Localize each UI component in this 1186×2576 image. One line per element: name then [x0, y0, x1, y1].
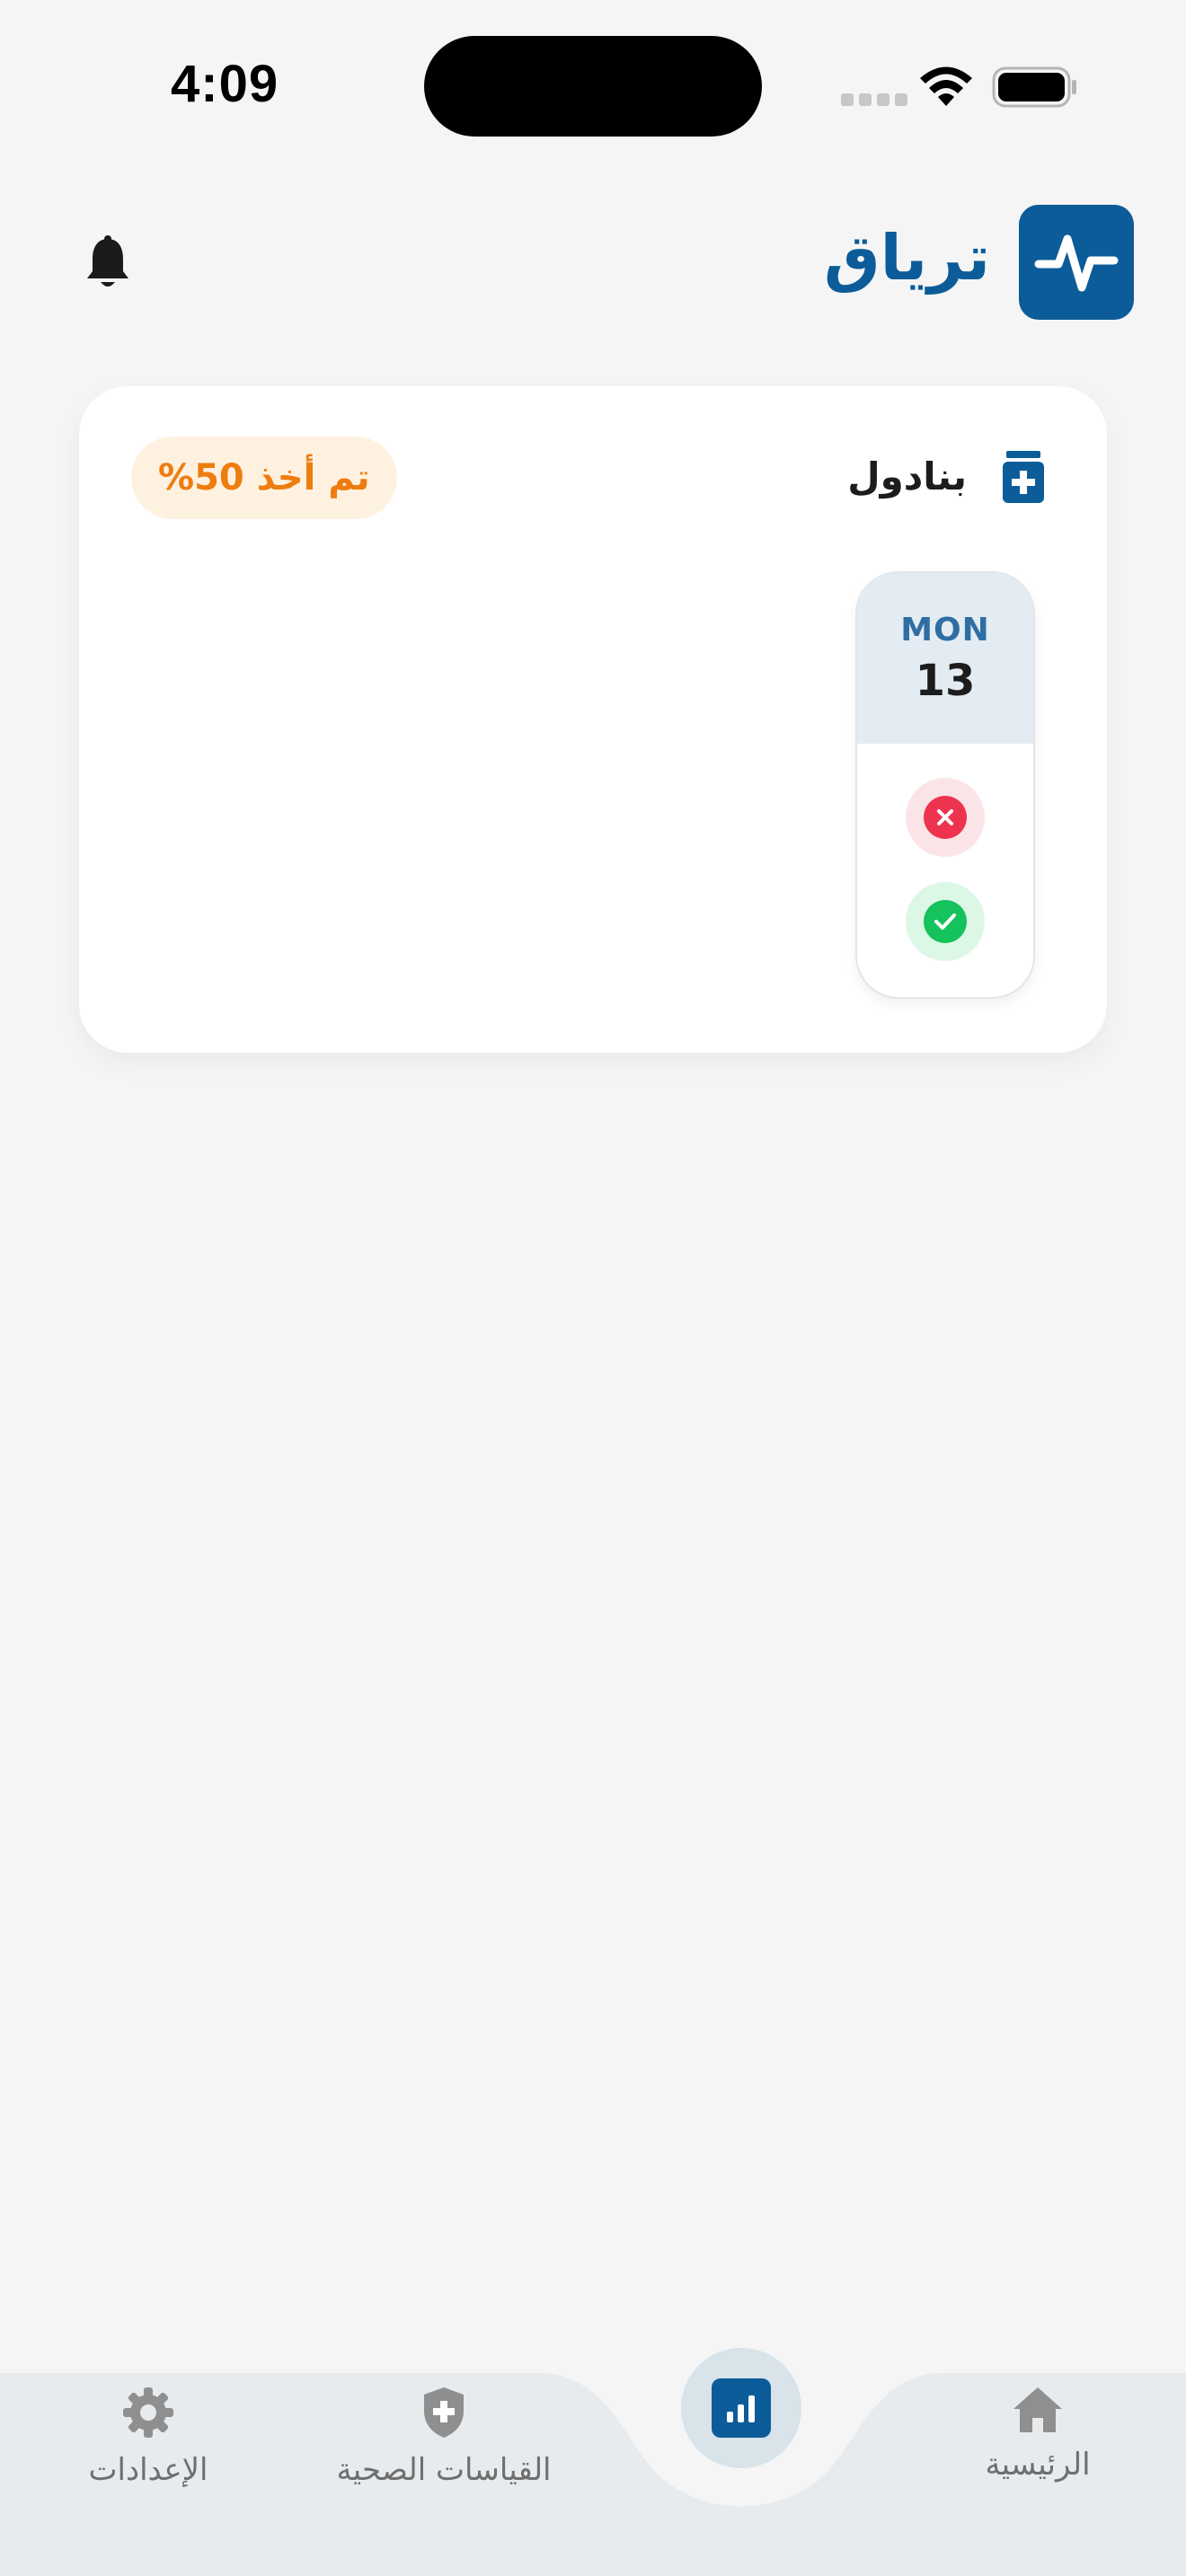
nav-home-label: الرئيسية: [985, 2447, 1091, 2483]
dose-missed[interactable]: [906, 778, 985, 857]
app-title: ترياق: [824, 221, 990, 295]
medication-card[interactable]: بنادول تم أخذ 50% MON 13: [79, 386, 1107, 1053]
nav-settings-label: الإعدادات: [88, 2452, 208, 2488]
gear-icon: [123, 2387, 173, 2438]
dynamic-island: [424, 36, 762, 137]
pulse-icon: [1034, 234, 1119, 292]
day-column[interactable]: MON 13: [855, 571, 1035, 999]
home-icon: [1013, 2387, 1062, 2432]
bottom-navigation: الرئيسية القياسات الصحية الإعدادات: [0, 2348, 1186, 2576]
day-header: MON 13: [857, 573, 1033, 744]
nav-settings[interactable]: الإعدادات: [79, 2386, 217, 2488]
battery-icon: [992, 66, 1076, 108]
statistics-button[interactable]: [681, 2348, 801, 2468]
dose-taken[interactable]: [906, 882, 985, 961]
screen: 4:09 ترياق بنادول تم أخذ 50% MON 13 الرئ…: [0, 0, 1186, 2576]
x-circle-icon: [937, 809, 953, 825]
nav-health-label: القياسات الصحية: [336, 2452, 552, 2488]
header: ترياق: [0, 205, 1186, 322]
chart-icon: [727, 2395, 755, 2422]
taken-badge-text: تم أخذ 50%: [158, 457, 370, 498]
nav-home[interactable]: الرئيسية: [983, 2386, 1093, 2483]
day-number: 13: [915, 655, 976, 706]
taken-percentage-badge: تم أخذ 50%: [131, 437, 397, 519]
medication-name: بنادول: [847, 454, 967, 498]
medicine-bottle-icon: [1003, 451, 1044, 503]
wifi-icon: [920, 66, 972, 106]
app-logo: [1019, 205, 1134, 320]
day-name: MON: [900, 611, 990, 648]
shield-plus-icon: [424, 2387, 464, 2438]
nav-health-measurements[interactable]: القياسات الصحية: [327, 2386, 561, 2488]
bell-icon: [87, 235, 128, 287]
notifications-button[interactable]: [79, 232, 137, 296]
cellular-signal-icon: [841, 93, 907, 106]
check-circle-icon: [934, 913, 956, 930]
status-time: 4:09: [171, 55, 279, 113]
